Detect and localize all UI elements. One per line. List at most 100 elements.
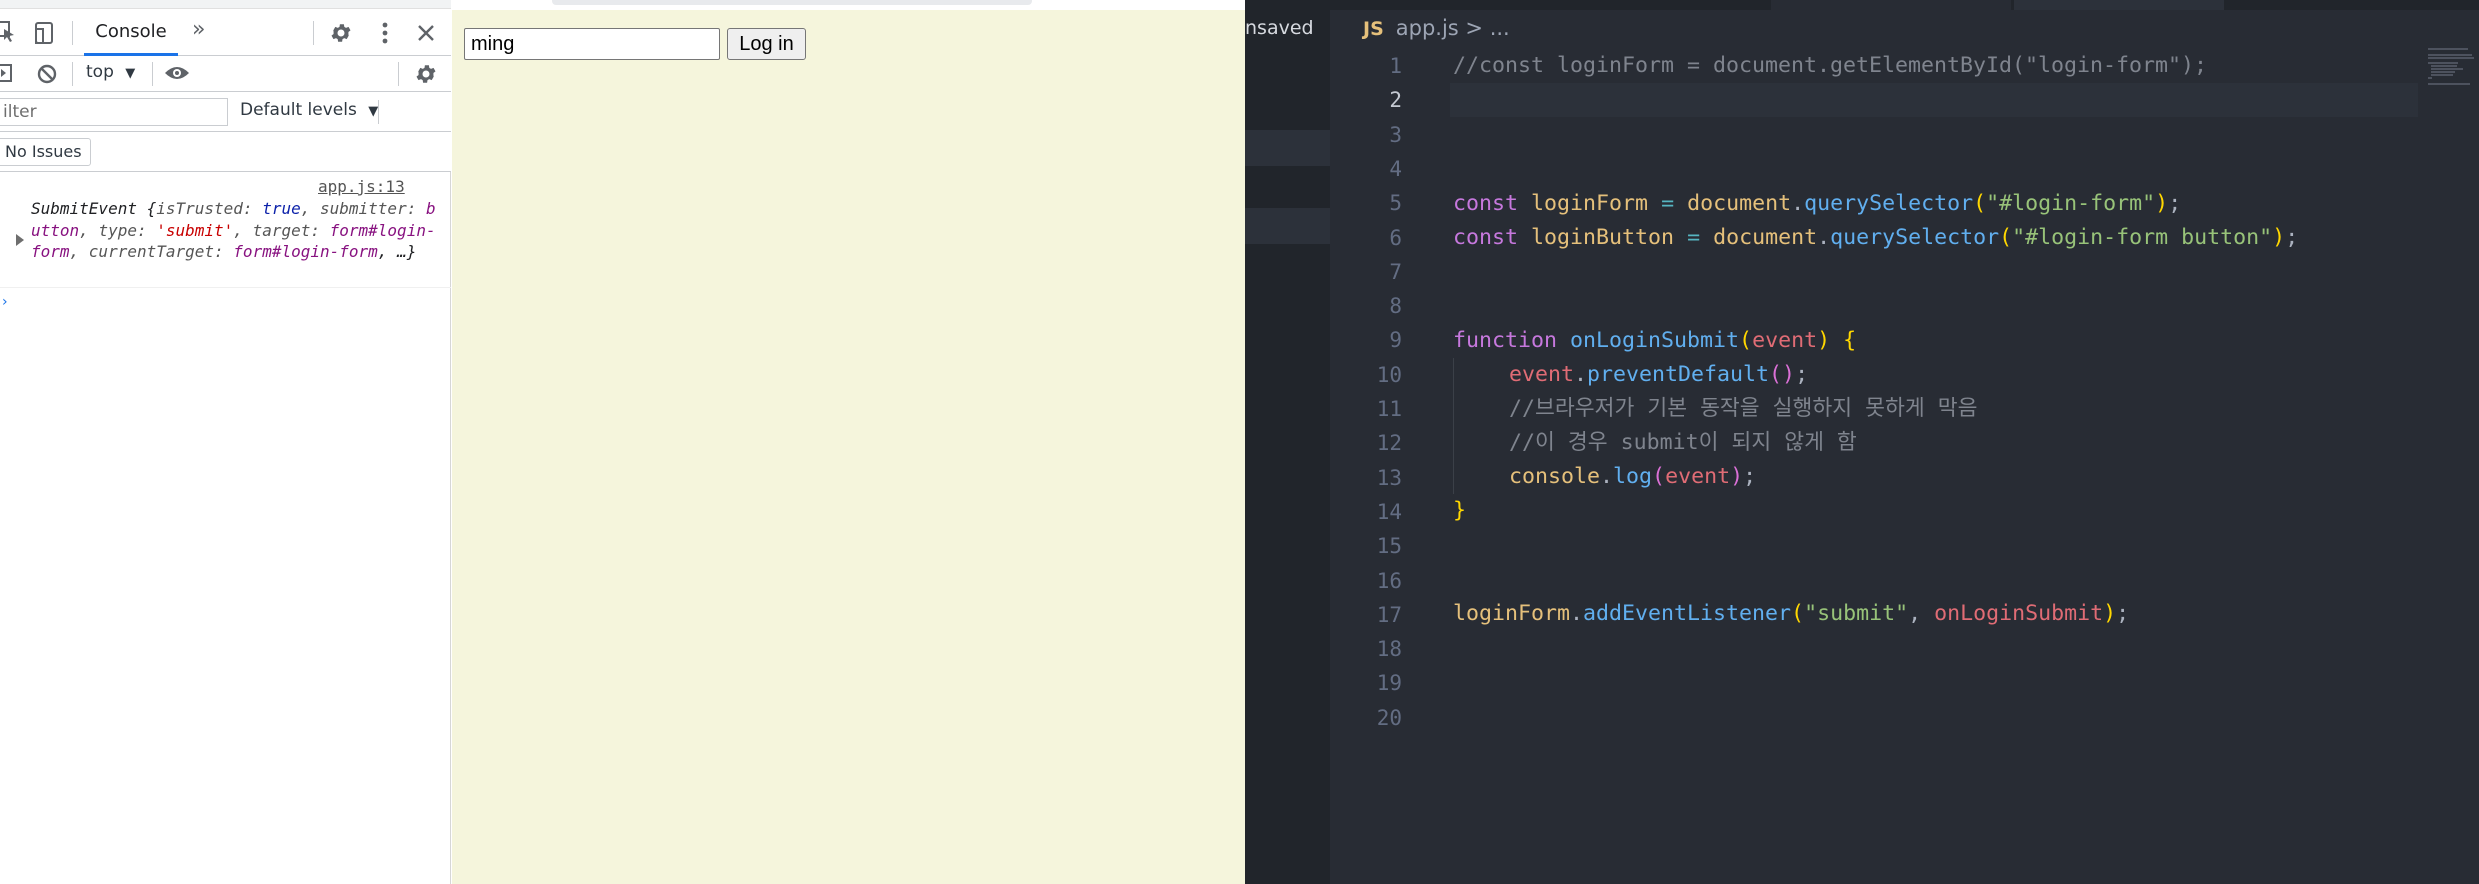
line-number[interactable]: 5	[1330, 186, 1402, 220]
console-toolbar	[0, 56, 451, 92]
code-line-12[interactable]: //이 경우 submit이 되지 않게 함	[1509, 426, 1857, 460]
line-number[interactable]: 12	[1330, 426, 1402, 460]
code-object: document	[1687, 191, 1792, 216]
code-variable: loginForm	[1453, 601, 1571, 626]
log-key: , submitter:	[300, 199, 426, 218]
console-filter-input[interactable]: ilter	[0, 98, 228, 126]
code-line-9[interactable]: function onLoginSubmit(event) {	[1453, 324, 1856, 358]
code-parameter: event	[1509, 362, 1575, 387]
line-number[interactable]: 4	[1330, 152, 1402, 186]
editor-minimap[interactable]	[2428, 48, 2476, 88]
log-value: form#login-form	[233, 242, 378, 261]
editor-tab[interactable]	[1771, 0, 2011, 10]
code-line-17[interactable]: loginForm.addEventListener("submit", onL…	[1453, 597, 2129, 631]
code-line-13[interactable]: console.log(event);	[1509, 460, 1756, 494]
code-string: "#login-form"	[1986, 191, 2156, 216]
browser-tab-strip	[452, 0, 1245, 10]
line-number[interactable]: 15	[1330, 529, 1402, 563]
line-number[interactable]: 7	[1330, 255, 1402, 289]
line-number[interactable]: 10	[1330, 358, 1402, 392]
file-explorer-sidebar	[1245, 10, 1330, 884]
clear-console-icon[interactable]	[36, 63, 58, 85]
code-keyword: const	[1453, 191, 1519, 216]
code-keyword: const	[1453, 225, 1519, 250]
code-function: preventDefault	[1587, 362, 1770, 387]
browser-tab[interactable]	[552, 0, 1032, 5]
line-number[interactable]: 14	[1330, 495, 1402, 529]
code-comment: //const loginForm = document.getElementB…	[1453, 53, 2208, 78]
line-number[interactable]: 3	[1330, 118, 1402, 152]
console-prompt-icon[interactable]: ›	[2, 294, 8, 310]
code-comment: //이 경우 submit이 되지 않게 함	[1509, 430, 1857, 455]
log-levels-label: Default levels	[240, 100, 357, 120]
line-number[interactable]: 11	[1330, 392, 1402, 426]
code-parameter: event	[1665, 464, 1731, 489]
log-key: isTrusted:	[156, 199, 263, 218]
code-object: console	[1509, 464, 1601, 489]
unsaved-label: nsaved	[1245, 17, 1314, 39]
code-line-1[interactable]: //const loginForm = document.getElementB…	[1453, 49, 2207, 83]
code-function: log	[1613, 464, 1653, 489]
code-function: querySelector	[1830, 225, 2000, 250]
editor-tab[interactable]	[2014, 0, 2224, 10]
close-devtools-icon[interactable]	[416, 23, 436, 43]
line-number[interactable]: 9	[1330, 323, 1402, 357]
context-selector[interactable]: top ▼	[86, 62, 135, 82]
chevron-down-icon: ▼	[125, 66, 136, 81]
browser-page-viewport: ming Log in	[452, 0, 1245, 884]
issues-button[interactable]: No Issues	[0, 138, 91, 166]
console-log-entry: app.js:13 SubmitEvent {isTrusted: true, …	[0, 172, 451, 288]
code-line-10[interactable]: event.preventDefault();	[1509, 358, 1808, 392]
code-function: onLoginSubmit	[1570, 328, 1740, 353]
line-number[interactable]: 13	[1330, 461, 1402, 495]
live-expression-eye-icon[interactable]	[164, 64, 190, 82]
code-string: "#login-form button"	[2012, 225, 2273, 250]
log-levels-dropdown[interactable]: Default levels ▼	[240, 100, 378, 120]
log-brace: {	[136, 199, 157, 218]
login-button[interactable]: Log in	[727, 28, 806, 60]
explorer-item[interactable]	[1245, 130, 1330, 166]
line-number[interactable]: 17	[1330, 598, 1402, 632]
line-number[interactable]: 16	[1330, 564, 1402, 598]
breadcrumb-file[interactable]: app.js	[1396, 16, 1459, 40]
inspect-element-icon[interactable]	[0, 21, 16, 43]
indent-guide	[1453, 358, 1454, 494]
log-key: , currentTarget:	[69, 242, 234, 261]
code-keyword: function	[1453, 328, 1558, 353]
log-object-preview[interactable]: SubmitEvent {isTrusted: true, submitter:…	[31, 198, 441, 263]
console-settings-gear-icon[interactable]	[414, 62, 438, 86]
code-line-6[interactable]: const loginButton = document.querySelect…	[1453, 221, 2298, 255]
code-line-5[interactable]: const loginForm = document.querySelector…	[1453, 187, 2181, 221]
breadcrumb-symbol[interactable]: ...	[1490, 16, 1510, 40]
customize-menu-icon[interactable]	[375, 21, 395, 45]
log-value: true	[262, 199, 301, 218]
code-line-14[interactable]: }	[1453, 494, 1466, 528]
more-tabs-icon[interactable]: »	[192, 17, 205, 42]
explorer-item[interactable]	[1245, 208, 1330, 244]
chevron-right-icon: >	[1458, 16, 1490, 40]
line-number[interactable]: 2	[1330, 83, 1402, 117]
settings-gear-icon[interactable]	[329, 21, 353, 45]
context-label: top	[86, 62, 114, 82]
breadcrumb[interactable]: JS app.js > ...	[1363, 16, 1510, 40]
log-source-link[interactable]: app.js:13	[318, 177, 405, 196]
devtools-top-strip	[0, 0, 451, 9]
expand-triangle-icon[interactable]	[16, 234, 24, 246]
line-number[interactable]: 20	[1330, 701, 1402, 735]
login-username-input[interactable]: ming	[464, 28, 720, 60]
code-function: querySelector	[1804, 191, 1974, 216]
tab-console[interactable]: Console	[84, 9, 178, 56]
line-number[interactable]: 18	[1330, 632, 1402, 666]
code-variable: loginButton	[1531, 225, 1675, 250]
editor-tab-strip	[1245, 0, 2479, 10]
line-number[interactable]: 1	[1330, 49, 1402, 83]
line-number[interactable]: 8	[1330, 289, 1402, 323]
log-class-name: SubmitEvent	[31, 199, 137, 218]
log-key: , type:	[79, 220, 157, 240]
line-number[interactable]: 6	[1330, 221, 1402, 255]
line-number[interactable]: 19	[1330, 666, 1402, 700]
log-tail: , …}	[377, 242, 417, 261]
code-line-11[interactable]: //브라우저가 기본 동작을 실행하지 못하게 막음	[1509, 392, 1977, 426]
show-sidebar-icon[interactable]	[0, 63, 14, 83]
device-toolbar-icon[interactable]	[34, 21, 56, 45]
